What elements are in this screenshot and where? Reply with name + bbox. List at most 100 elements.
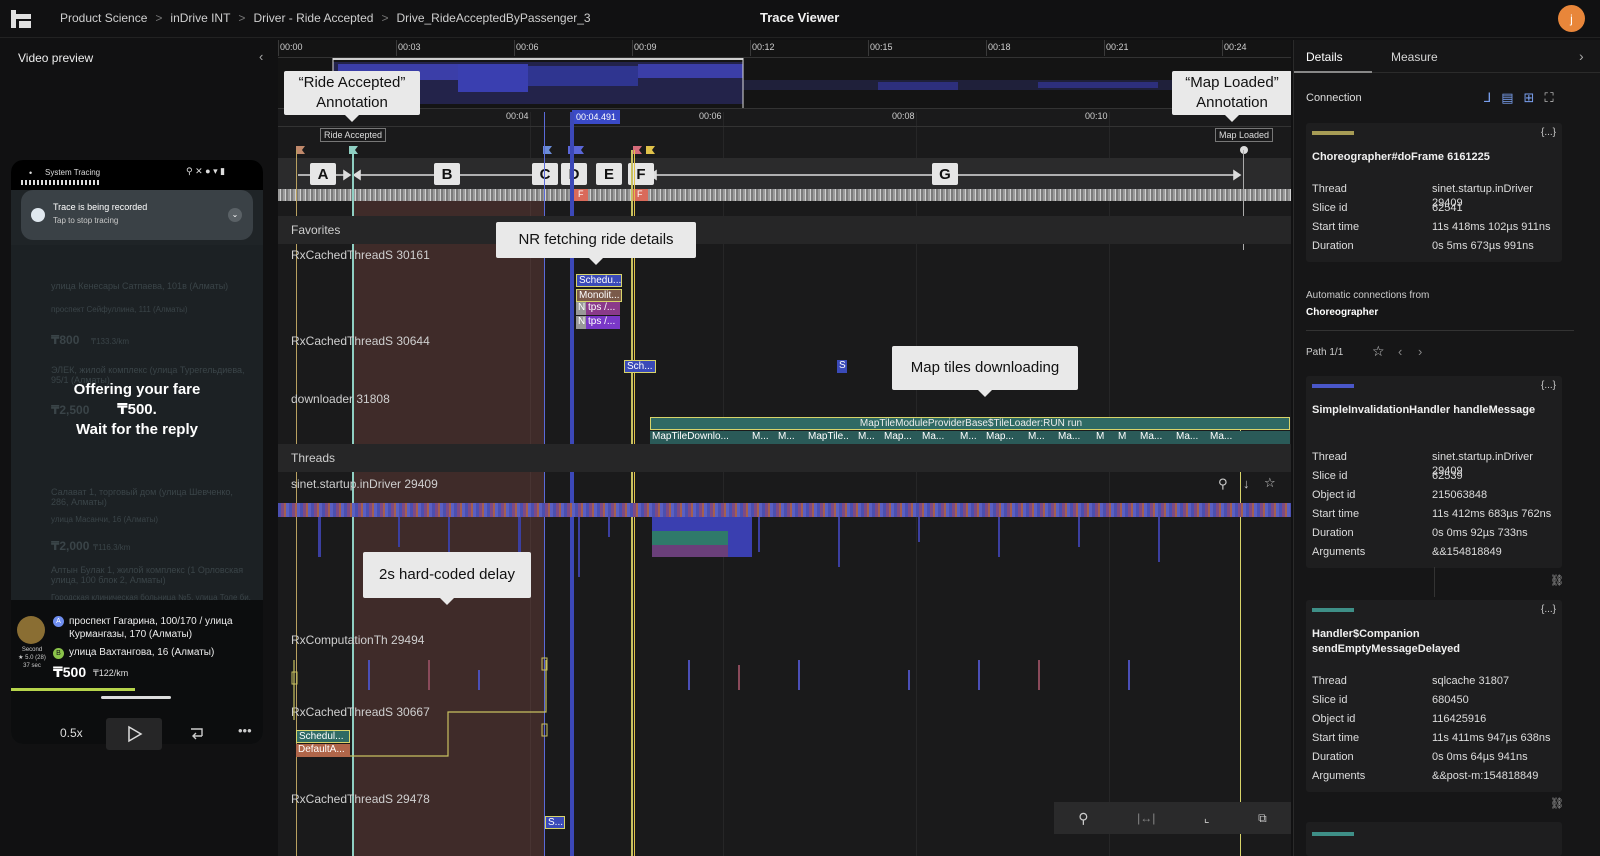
maptile-sub-slice[interactable]: M... bbox=[776, 431, 798, 444]
maptile-sub-slice[interactable]: MapTile... bbox=[806, 431, 848, 444]
more-icon[interactable]: ••• bbox=[238, 723, 252, 738]
callout-ride-accepted: “Ride Accepted” Annotation bbox=[284, 71, 420, 122]
slice[interactable]: Schedul... bbox=[296, 730, 350, 743]
card-row-value: 11s 418ms 102µs 911ns bbox=[1432, 221, 1551, 233]
arrow-down-icon[interactable]: ↓ bbox=[1243, 476, 1250, 491]
hierarchy-icon[interactable]: ⊞ bbox=[1524, 90, 1535, 106]
slice[interactable]: N bbox=[576, 316, 586, 329]
maptile-sub-slice[interactable]: M... bbox=[1026, 431, 1048, 444]
playback-speed[interactable]: 0.5x bbox=[60, 726, 83, 740]
loop-icon[interactable] bbox=[188, 725, 206, 743]
status-strip bbox=[21, 180, 101, 185]
link-icon[interactable]: ⛓ bbox=[1550, 797, 1564, 810]
maptile-sub-slice[interactable]: M bbox=[1094, 431, 1108, 444]
card-ref-icon[interactable]: {...} bbox=[1541, 380, 1556, 391]
avatar[interactable]: j bbox=[1558, 5, 1585, 32]
breadcrumb-separator: > bbox=[381, 11, 389, 25]
maptile-sub-slice[interactable]: Map... bbox=[882, 431, 912, 444]
star-icon[interactable]: ☆ bbox=[1372, 343, 1385, 360]
card-row: Arguments &&154818849 bbox=[1312, 545, 1562, 559]
graph-left-icon[interactable]: ⅃ bbox=[1484, 90, 1491, 106]
flow-icon[interactable]: ⧉ bbox=[1258, 811, 1267, 826]
chevron-left-icon[interactable]: ‹ bbox=[259, 49, 263, 64]
maptile-sub-slice[interactable]: M... bbox=[856, 431, 874, 444]
connection-card[interactable]: {...} SimpleInvalidationHandler handleMes… bbox=[1306, 376, 1562, 568]
order-address: Салават 1, торговый дом (улица Шевченко,… bbox=[51, 487, 233, 507]
maptile-sub-slice[interactable]: Map... bbox=[984, 431, 1018, 444]
threads-section-header[interactable]: Threads bbox=[278, 444, 1291, 472]
slice[interactable]: Monolit... bbox=[576, 289, 622, 302]
trace-timeline[interactable]: 00:00 00:03 00:06 00:09 00:12 00:15 00:18 00:21… bbox=[278, 40, 1291, 856]
tab-measure[interactable]: Measure bbox=[1391, 50, 1438, 64]
breadcrumb-item[interactable]: Product Science bbox=[60, 11, 147, 25]
connection-card[interactable]: {...} Handler$Companion sendEmptyMessageD… bbox=[1306, 600, 1562, 792]
time-tick: 00:12 bbox=[752, 42, 775, 52]
maptile-sub-slice[interactable]: M bbox=[1116, 431, 1130, 444]
slice[interactable]: S bbox=[837, 360, 847, 373]
timeline-overview[interactable]: 00:00 00:03 00:06 00:09 00:12 00:15 00:18 00:21… bbox=[278, 40, 1291, 109]
details-panel: Details Measure › Connection ⅃ ▤ ⊞ ⛶ {..… bbox=[1293, 40, 1600, 856]
time-tick: 00:09 bbox=[634, 42, 657, 52]
connection-card[interactable]: {...} Choreographer#doFrame 6161225 Thread… bbox=[1306, 123, 1562, 262]
link-icon[interactable]: ⛓ bbox=[1550, 574, 1564, 587]
logo-icon[interactable] bbox=[10, 9, 32, 29]
card-row-value: 11s 412ms 683µs 762ns bbox=[1432, 508, 1552, 520]
search-icon[interactable]: ⚲ bbox=[1218, 476, 1228, 492]
card-ref-icon[interactable]: {...} bbox=[1541, 127, 1556, 138]
slice[interactable]: tps /... bbox=[586, 302, 620, 315]
slice[interactable]: N bbox=[576, 302, 586, 315]
maptile-sub-slice[interactable]: MapTileDownlo... bbox=[650, 431, 742, 444]
card-row-key: Arguments bbox=[1312, 546, 1366, 558]
card-row-key: Duration bbox=[1312, 527, 1354, 539]
track-label[interactable]: downloader 31808 bbox=[291, 392, 390, 406]
breadcrumb-item[interactable]: inDrive INT bbox=[170, 11, 230, 25]
maptile-run-slice[interactable]: MapTileModuleProviderBase$TileLoader:RUN… bbox=[650, 417, 1290, 430]
chevron-left-icon[interactable]: ‹ bbox=[1398, 344, 1402, 359]
slice[interactable]: S... bbox=[545, 816, 565, 829]
star-icon[interactable]: ☆ bbox=[1264, 475, 1276, 491]
notif-title: Trace is being recorded bbox=[53, 202, 148, 212]
slice[interactable]: tps /... bbox=[586, 316, 620, 329]
breadcrumb-item[interactable]: Driver - Ride Accepted bbox=[253, 11, 373, 25]
track-label[interactable]: RxCachedThreadS 30644 bbox=[291, 334, 430, 348]
maptile-sub-slice[interactable]: M... bbox=[750, 431, 768, 444]
frame-strip bbox=[278, 189, 1291, 201]
order-address: проспект Сейфуллина, 111 (Алматы) bbox=[51, 305, 188, 314]
expand-icon[interactable]: ⛶ bbox=[1544, 90, 1553, 106]
annotation-map-loaded[interactable]: Map Loaded bbox=[1215, 128, 1274, 142]
chevron-right-icon[interactable]: › bbox=[1418, 344, 1422, 359]
play-button[interactable] bbox=[106, 718, 162, 750]
driver-rating: ★ 5.0 (28) bbox=[18, 655, 46, 661]
slice[interactable]: Schedu... bbox=[576, 274, 622, 287]
track-label[interactable]: RxCachedThreadS 30161 bbox=[291, 248, 430, 262]
card-row: Duration 0s 0ms 64µs 941ns bbox=[1312, 750, 1562, 764]
card-ref-icon[interactable]: {...} bbox=[1541, 604, 1556, 615]
maptile-sub-slice[interactable]: Ma... bbox=[1138, 431, 1166, 444]
fit-range-icon[interactable]: |↔| bbox=[1137, 811, 1155, 825]
layout-icon[interactable]: ▤ bbox=[1501, 90, 1513, 106]
next-card bbox=[1306, 822, 1562, 856]
chevron-down-icon[interactable]: ⌄ bbox=[228, 208, 242, 222]
annotation-ride-accepted[interactable]: Ride Accepted bbox=[320, 128, 387, 142]
tracing-notification[interactable]: Trace is being recorded Tap to stop trac… bbox=[21, 190, 253, 240]
maptile-sub-slice[interactable]: Ma... bbox=[1208, 431, 1238, 444]
segment-label-b: B bbox=[434, 163, 460, 185]
slice[interactable]: Sch... bbox=[624, 360, 656, 373]
tab-details[interactable]: Details bbox=[1306, 50, 1343, 64]
track-label[interactable]: sinet.startup.inDriver 29409 bbox=[291, 477, 438, 491]
breadcrumb-item[interactable]: Drive_RideAcceptedByPassenger_3 bbox=[397, 11, 591, 25]
select-corner-icon[interactable]: ⌞ bbox=[1204, 811, 1210, 825]
zoom-search-icon[interactable]: ⚲ bbox=[1078, 810, 1088, 827]
favorites-section-header[interactable]: Favorites bbox=[278, 216, 1291, 244]
card-title: SimpleInvalidationHandler handleMessage bbox=[1312, 404, 1536, 416]
chevron-right-icon[interactable]: › bbox=[1579, 48, 1584, 64]
maptile-sub-slice[interactable]: Ma... bbox=[920, 431, 950, 444]
maptile-sub-slice[interactable]: Ma... bbox=[1056, 431, 1086, 444]
slice[interactable]: DefaultA... bbox=[296, 744, 350, 757]
maptile-sub-slice[interactable]: Ma... bbox=[1174, 431, 1200, 444]
card-row-value: 0s 0ms 92µs 733ns bbox=[1432, 527, 1528, 539]
callout-map-tiles: Map tiles downloading bbox=[892, 346, 1078, 397]
maptile-sub-slice[interactable]: M... bbox=[958, 431, 976, 444]
offer-line: ₸500. bbox=[117, 401, 157, 418]
track-label[interactable]: RxCachedThreadS 29478 bbox=[291, 792, 430, 806]
